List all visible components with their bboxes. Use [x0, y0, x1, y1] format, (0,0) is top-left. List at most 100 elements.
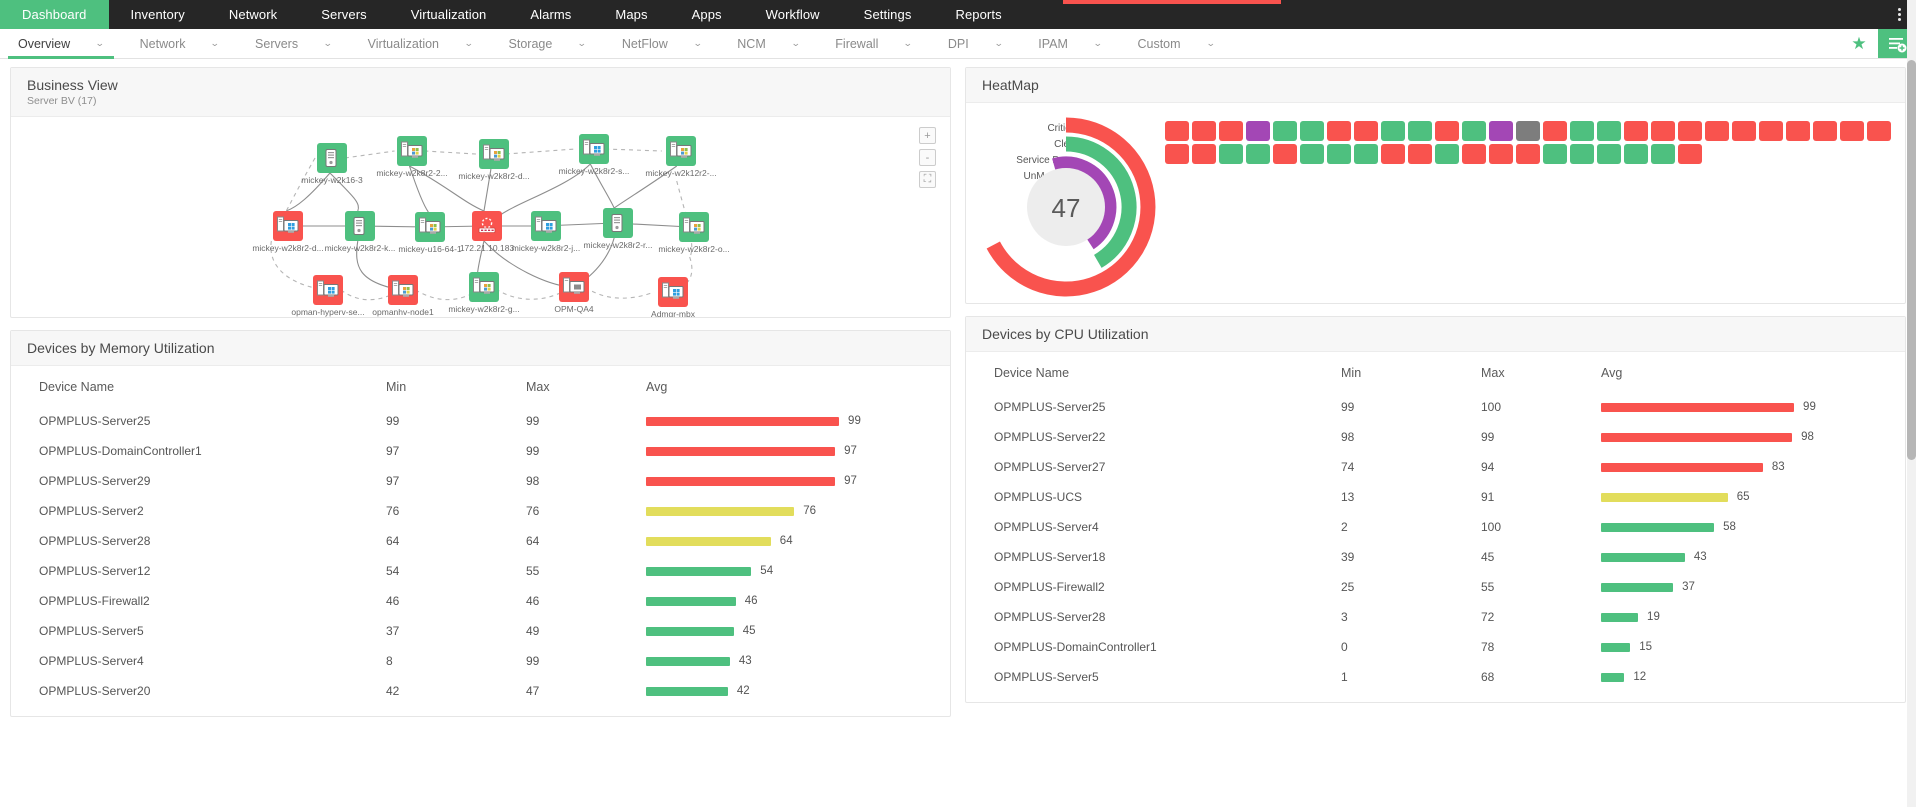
subnav-item-firewall[interactable]: Firewall ⌄	[817, 29, 930, 58]
heatmap-cell[interactable]	[1516, 121, 1540, 141]
heatmap-cell[interactable]	[1813, 121, 1837, 141]
device-name-cell[interactable]: OPMPLUS-Server18	[966, 542, 1341, 572]
topnav-item-settings[interactable]: Settings	[842, 0, 934, 29]
topnav-item-inventory[interactable]: Inventory	[109, 0, 207, 29]
table-row[interactable]: OPMPLUS-Server5 37 49 45	[11, 616, 950, 646]
table-row[interactable]: OPMPLUS-Server2 76 76 76	[11, 496, 950, 526]
heatmap-cell[interactable]	[1246, 121, 1270, 141]
heatmap-cell[interactable]	[1381, 121, 1405, 141]
topology-node[interactable]: mickey-w2k8r2-r...	[584, 208, 652, 250]
heatmap-cell[interactable]	[1624, 144, 1648, 164]
table-row[interactable]: OPMPLUS-Server28 3 72 19	[966, 602, 1905, 632]
heatmap-cell[interactable]	[1651, 121, 1675, 141]
table-row[interactable]: OPMPLUS-UCS 13 91 65	[966, 482, 1905, 512]
heatmap-cell[interactable]	[1840, 121, 1864, 141]
column-header-max[interactable]: Max	[526, 366, 646, 406]
chevron-down-icon[interactable]: ⌄	[1205, 38, 1215, 49]
chevron-down-icon[interactable]: ⌄	[903, 38, 913, 49]
heatmap-cell[interactable]	[1597, 121, 1621, 141]
heatmap-cell[interactable]	[1219, 144, 1243, 164]
device-name-cell[interactable]: OPMPLUS-Server27	[966, 452, 1341, 482]
heatmap-cell[interactable]	[1246, 144, 1270, 164]
heatmap-cell[interactable]	[1570, 144, 1594, 164]
column-header-avg[interactable]: Avg	[1601, 352, 1905, 392]
heatmap-cell[interactable]	[1435, 121, 1459, 141]
device-name-cell[interactable]: OPMPLUS-Server4	[11, 646, 386, 676]
topology-node[interactable]: mickey-w2k8r2-o...	[658, 212, 730, 254]
heatmap-cell[interactable]	[1489, 121, 1513, 141]
topology-node[interactable]: opman-hyperv-se...	[291, 275, 365, 317]
heatmap-cell[interactable]	[1408, 144, 1432, 164]
chevron-down-icon[interactable]: ⌄	[577, 38, 587, 49]
page-scrollbar[interactable]	[1907, 0, 1916, 807]
heatmap-cell[interactable]	[1273, 121, 1297, 141]
heatmap-cell[interactable]	[1462, 121, 1486, 141]
topology-node[interactable]: OPM-QA4	[554, 272, 594, 314]
device-name-cell[interactable]: OPMPLUS-Server5	[11, 616, 386, 646]
subnav-item-ipam[interactable]: IPAM ⌄	[1020, 29, 1119, 58]
heatmap-cell[interactable]	[1678, 121, 1702, 141]
device-name-cell[interactable]: OPMPLUS-Server22	[966, 422, 1341, 452]
device-name-cell[interactable]: OPMPLUS-DomainController1	[11, 436, 386, 466]
subnav-item-ncm[interactable]: NCM ⌄	[719, 29, 817, 58]
star-icon[interactable]: ★	[1840, 29, 1878, 58]
topnav-item-alarms[interactable]: Alarms	[508, 0, 593, 29]
topology-node[interactable]: mickey-w2k8r2-k...	[325, 211, 395, 253]
heatmap-cell[interactable]	[1705, 121, 1729, 141]
chevron-down-icon[interactable]: ⌄	[1093, 38, 1103, 49]
table-row[interactable]: OPMPLUS-Server27 74 94 83	[966, 452, 1905, 482]
column-header-device-name[interactable]: Device Name	[11, 366, 386, 406]
heatmap-cell[interactable]	[1543, 144, 1567, 164]
heatmap-cell[interactable]	[1597, 144, 1621, 164]
topology-node[interactable]: mickey-w2k8r2-d...	[252, 211, 324, 253]
chevron-down-icon[interactable]: ⌄	[464, 38, 474, 49]
topnav-item-dashboard[interactable]: Dashboard	[0, 0, 109, 29]
device-name-cell[interactable]: OPMPLUS-Server25	[11, 406, 386, 436]
topnav-item-workflow[interactable]: Workflow	[744, 0, 842, 29]
heatmap-cell[interactable]	[1435, 144, 1459, 164]
table-row[interactable]: OPMPLUS-DomainController1 0 78 15	[966, 632, 1905, 662]
table-row[interactable]: OPMPLUS-Server29 97 98 97	[11, 466, 950, 496]
device-name-cell[interactable]: OPMPLUS-Server28	[11, 526, 386, 556]
topology-node[interactable]: mickey-w2k8r2-d...	[458, 139, 530, 181]
heatmap-cell[interactable]	[1354, 144, 1378, 164]
topology-node[interactable]: mickey-w2k8r2-2...	[376, 136, 448, 178]
heatmap-cell[interactable]	[1273, 144, 1297, 164]
heatmap-cell[interactable]	[1300, 121, 1324, 141]
business-view-topology[interactable]: mickey-w2k16-3 mickey-w2k8r2-2... mickey-w…	[11, 117, 950, 317]
chevron-down-icon[interactable]: ⌄	[95, 38, 105, 49]
topology-node[interactable]: 172.21.10.183	[460, 211, 514, 253]
topnav-item-reports[interactable]: Reports	[933, 0, 1023, 29]
heatmap-cell[interactable]	[1300, 144, 1324, 164]
heatmap-cell[interactable]	[1327, 144, 1351, 164]
column-header-min[interactable]: Min	[386, 366, 526, 406]
heatmap-cell[interactable]	[1381, 144, 1405, 164]
table-row[interactable]: OPMPLUS-Server20 42 47 42	[11, 676, 950, 706]
table-row[interactable]: OPMPLUS-Firewall2 25 55 37	[966, 572, 1905, 602]
heatmap-cell[interactable]	[1651, 144, 1675, 164]
topology-node[interactable]: mickey-w2k12r2-...	[645, 136, 717, 178]
heatmap-cell[interactable]	[1489, 144, 1513, 164]
heatmap-cell[interactable]	[1327, 121, 1351, 141]
chevron-down-icon[interactable]: ⌄	[210, 38, 220, 49]
topnav-item-servers[interactable]: Servers	[299, 0, 389, 29]
heatmap-cell[interactable]	[1624, 121, 1648, 141]
topnav-item-apps[interactable]: Apps	[670, 0, 744, 29]
heatmap-cell[interactable]	[1354, 121, 1378, 141]
table-row[interactable]: OPMPLUS-Server12 54 55 54	[11, 556, 950, 586]
heatmap-cell[interactable]	[1219, 121, 1243, 141]
device-name-cell[interactable]: OPMPLUS-Server25	[966, 392, 1341, 422]
table-row[interactable]: OPMPLUS-DomainController1 97 99 97	[11, 436, 950, 466]
column-header-max[interactable]: Max	[1481, 352, 1601, 392]
heatmap-cell[interactable]	[1678, 144, 1702, 164]
table-row[interactable]: OPMPLUS-Server18 39 45 43	[966, 542, 1905, 572]
zoom-out-button[interactable]: -	[919, 149, 936, 166]
topnav-item-network[interactable]: Network	[207, 0, 299, 29]
topology-node[interactable]: Admgr-mbx	[651, 277, 695, 317]
table-row[interactable]: OPMPLUS-Firewall2 46 46 46	[11, 586, 950, 616]
device-name-cell[interactable]: OPMPLUS-Server29	[11, 466, 386, 496]
heatmap-cell[interactable]	[1408, 121, 1432, 141]
heatmap-cell[interactable]	[1462, 144, 1486, 164]
device-name-cell[interactable]: OPMPLUS-Server28	[966, 602, 1341, 632]
table-row[interactable]: OPMPLUS-Server25 99 100 99	[966, 392, 1905, 422]
